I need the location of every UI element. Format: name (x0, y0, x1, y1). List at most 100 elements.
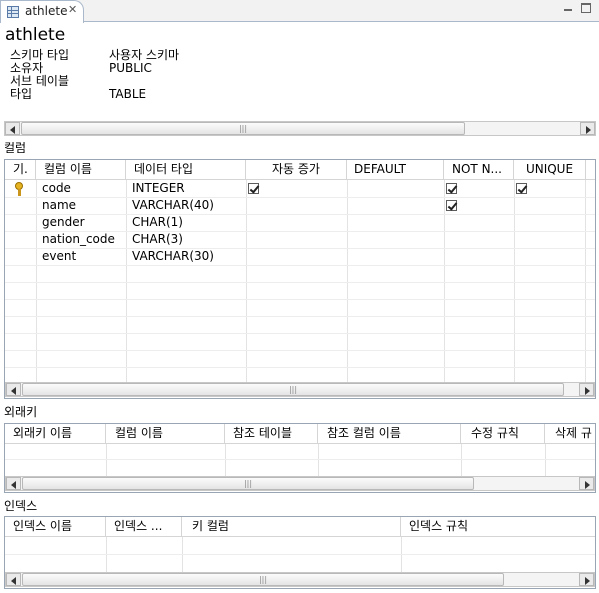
maximize-button[interactable] (581, 3, 591, 13)
scrollbar-thumb[interactable] (21, 122, 465, 135)
column-name-cell[interactable]: event (42, 248, 76, 265)
grid-line (585, 180, 586, 382)
index-header-type[interactable]: 인덱스 ... (106, 517, 182, 537)
property-row: 타입 TABLE (10, 88, 310, 101)
grid-line (545, 444, 546, 476)
window-controls (563, 3, 591, 13)
column-header-name[interactable]: 컬럼 이름 (36, 160, 126, 180)
grid-line (246, 180, 247, 382)
grid-line (5, 248, 595, 249)
columns-scrollbar[interactable] (5, 382, 595, 397)
editor-tab-bar: athlete ✕ (0, 0, 599, 23)
scroll-left-arrow[interactable] (6, 573, 21, 586)
grid-line (5, 554, 595, 555)
column-header-default[interactable]: DEFAULT (347, 160, 444, 180)
minimize-button[interactable] (563, 3, 573, 13)
column-name-cell[interactable]: nation_code (42, 231, 115, 248)
grid-line (5, 350, 595, 351)
grid-line (5, 459, 595, 460)
index-header-name[interactable]: 인덱스 이름 (5, 517, 106, 537)
table-icon (7, 6, 19, 18)
column-header-not-null[interactable]: NOT N... (444, 160, 514, 180)
grid-line (182, 537, 183, 573)
grid-line (514, 180, 515, 382)
grid-line (5, 367, 595, 368)
columns-table[interactable]: 기. 컬럼 이름 데이터 타입 자동 증가 DEFAULT NOT N... U… (4, 159, 596, 399)
foreign-keys-section-label: 외래키 (4, 405, 38, 419)
grid-line (347, 180, 348, 382)
column-name-cell[interactable]: code (42, 180, 71, 197)
fk-header-column[interactable]: 컬럼 이름 (106, 424, 225, 444)
table-properties: 스키마 타입 사용자 스키마 소유자 PUBLIC 서브 테이블 타입 TABL… (10, 49, 310, 101)
fk-header-ref-table[interactable]: 참조 테이블 (225, 424, 318, 444)
grid-line (5, 333, 595, 334)
auto-increment-checkbox[interactable] (248, 183, 259, 194)
scrollbar-thumb[interactable] (22, 573, 504, 586)
foreign-keys-table-header: 외래키 이름 컬럼 이름 참조 테이블 참조 컬럼 이름 수정 규칙 삭제 규 (5, 424, 595, 444)
close-icon[interactable]: ✕ (68, 3, 77, 16)
grid-line (36, 180, 37, 382)
grid-line (5, 265, 595, 266)
grid-line (461, 444, 462, 476)
grid-line (5, 299, 595, 300)
not-null-checkbox[interactable] (446, 200, 457, 211)
scroll-right-arrow[interactable] (579, 477, 594, 490)
property-key: 타입 (10, 87, 33, 101)
scroll-left-arrow[interactable] (5, 122, 20, 135)
scrollbar-thumb[interactable] (22, 477, 474, 490)
scroll-left-arrow[interactable] (6, 383, 21, 396)
column-header-unique[interactable]: UNIQUE (514, 160, 586, 180)
tab-athlete[interactable]: athlete ✕ (0, 0, 84, 23)
scroll-right-arrow[interactable] (579, 573, 594, 586)
fk-header-delete-rule[interactable]: 삭제 규 (545, 424, 595, 444)
column-type-cell[interactable]: CHAR(1) (132, 214, 183, 231)
grid-line (401, 537, 402, 573)
indexes-section-label: 인덱스 (4, 499, 38, 513)
fk-header-name[interactable]: 외래키 이름 (5, 424, 106, 444)
index-header-rule[interactable]: 인덱스 규칙 (401, 517, 595, 537)
property-value: TABLE (109, 87, 147, 101)
scroll-right-arrow[interactable] (580, 122, 595, 135)
page-title: athlete (5, 25, 66, 45)
grid-line (5, 316, 595, 317)
properties-scrollbar[interactable] (4, 121, 596, 136)
indexes-scrollbar[interactable] (5, 572, 595, 587)
grid-line (106, 537, 107, 573)
grid-line (444, 180, 445, 382)
foreign-keys-table[interactable]: 외래키 이름 컬럼 이름 참조 테이블 참조 컬럼 이름 수정 규칙 삭제 규 (4, 423, 596, 493)
scrollbar-thumb[interactable] (22, 383, 564, 396)
scroll-left-arrow[interactable] (6, 477, 21, 490)
grid-line (126, 180, 127, 382)
property-row: 스키마 타입 사용자 스키마 (10, 49, 310, 62)
grid-line (5, 197, 595, 198)
columns-table-header: 기. 컬럼 이름 데이터 타입 자동 증가 DEFAULT NOT N... U… (5, 160, 595, 180)
columns-section-label: 컬럼 (4, 141, 27, 155)
column-header-type[interactable]: 데이터 타입 (126, 160, 246, 180)
grid-line (318, 444, 319, 476)
foreign-keys-scrollbar[interactable] (5, 476, 595, 491)
scroll-right-arrow[interactable] (579, 383, 594, 396)
fk-header-ref-column[interactable]: 참조 컬럼 이름 (318, 424, 461, 444)
column-type-cell[interactable]: VARCHAR(30) (132, 248, 214, 265)
column-name-cell[interactable]: name (42, 197, 76, 214)
column-name-cell[interactable]: gender (42, 214, 85, 231)
index-header-key-column[interactable]: 키 컬럼 (182, 517, 401, 537)
tab-label: athlete (25, 4, 68, 18)
column-type-cell[interactable]: INTEGER (132, 180, 185, 197)
column-type-cell[interactable]: CHAR(3) (132, 231, 183, 248)
column-header-key[interactable]: 기. (5, 160, 36, 180)
grid-line (106, 444, 107, 476)
fk-header-update-rule[interactable]: 수정 규칙 (461, 424, 545, 444)
column-type-cell[interactable]: VARCHAR(40) (132, 197, 214, 214)
unique-checkbox[interactable] (516, 183, 527, 194)
not-null-checkbox[interactable] (446, 183, 457, 194)
column-header-auto-increment[interactable]: 자동 증가 (246, 160, 347, 180)
grid-line (225, 444, 226, 476)
indexes-table[interactable]: 인덱스 이름 인덱스 ... 키 컬럼 인덱스 규칙 (4, 516, 596, 589)
indexes-table-header: 인덱스 이름 인덱스 ... 키 컬럼 인덱스 규칙 (5, 517, 595, 537)
property-row: 서브 테이블 (10, 75, 310, 88)
primary-key-icon (14, 182, 24, 196)
grid-line (5, 282, 595, 283)
grid-line (5, 214, 595, 215)
property-value: PUBLIC (109, 61, 152, 75)
